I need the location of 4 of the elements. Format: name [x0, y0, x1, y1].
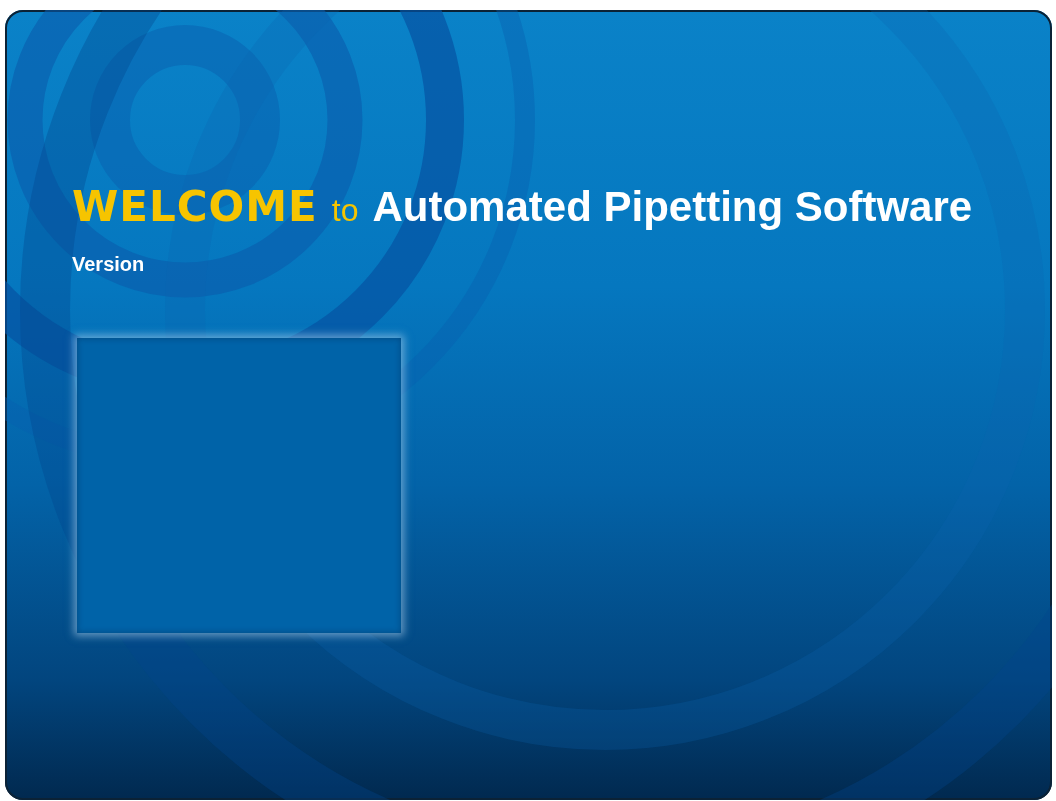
- version-label: Version: [72, 253, 145, 276]
- joiner-word: to: [331, 192, 359, 229]
- welcome-word: WELCOME: [72, 182, 318, 231]
- product-name: Automated Pipetting Software: [372, 183, 973, 231]
